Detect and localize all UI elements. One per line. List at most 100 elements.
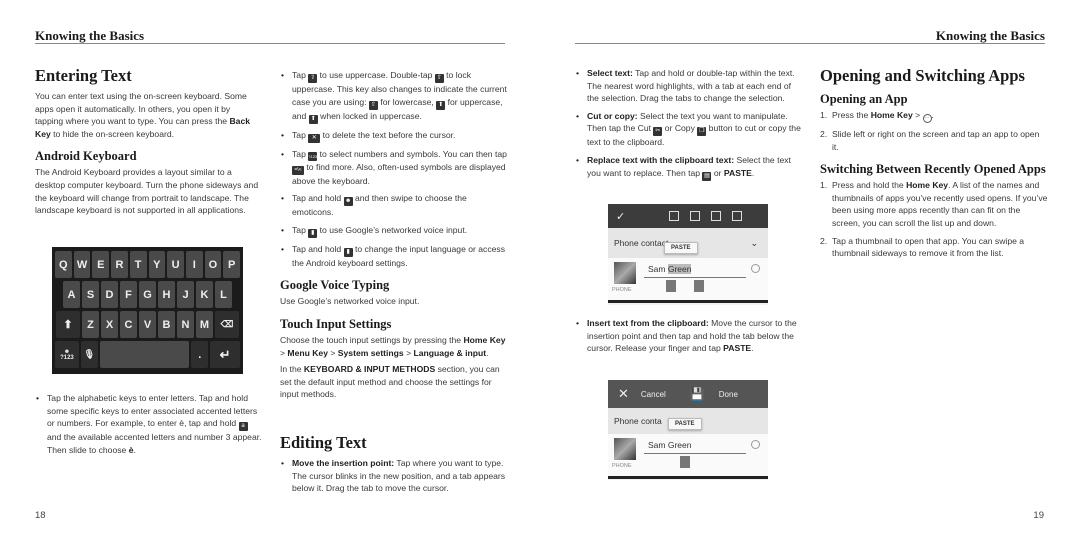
- home-key-label: Home Key: [906, 180, 949, 191]
- text: to delete the text before the cursor.: [320, 129, 456, 140]
- key-r: R: [111, 251, 128, 278]
- text: Tap: [292, 224, 309, 235]
- microphone-icon: ▮: [343, 247, 353, 257]
- text: when locked in uppercase.: [317, 110, 422, 121]
- keyboard-row-2: A S D F G H J K L: [55, 281, 240, 308]
- divider: [608, 300, 768, 303]
- insert-text-label: Insert text from the clipboard:: [587, 318, 709, 328]
- android-keyboard-body: The Android Keyboard provides a layout s…: [35, 167, 259, 216]
- alphabetic-keys-bullet: Tap the alphabetic keys to enter letters…: [35, 392, 263, 456]
- contact-name: Sam Green: [648, 264, 692, 274]
- alphabetic-keys-note: Tap the alphabetic keys to enter letters…: [35, 392, 263, 461]
- key-j: J: [177, 281, 194, 308]
- done-button: Done: [718, 389, 738, 399]
- key-a: A: [63, 281, 80, 308]
- voice-input-bullet: Tap ▮ to use Google’s networked voice in…: [280, 224, 508, 238]
- expand-icon: [751, 440, 760, 449]
- key-h: H: [158, 281, 175, 308]
- space-key: [99, 341, 190, 368]
- system-settings-label: System settings: [337, 347, 404, 358]
- text: or Copy: [662, 123, 698, 134]
- right-column-2: Opening and Switching Apps Opening an Ap…: [820, 66, 1048, 265]
- input-language-bullet: Tap and hold ▮ to change the input langu…: [280, 243, 508, 270]
- switch-step-2: 2. Tap a thumbnail to open that app. You …: [820, 235, 1048, 260]
- key-e: E: [92, 251, 110, 278]
- text: Tap the alphabetic keys to enter letters…: [47, 393, 258, 429]
- text: >: [912, 110, 923, 120]
- entering-text-body: You can enter text using the on-screen k…: [35, 90, 260, 140]
- selected-text: Green: [667, 264, 692, 274]
- text-underline: [644, 277, 746, 278]
- cursor-handle: [680, 456, 690, 468]
- text: Tap and hold: [292, 243, 344, 254]
- text: or: [711, 167, 724, 178]
- key-q: Q: [54, 251, 72, 278]
- editing-text-section: Editing Text Move the insertion point: T…: [280, 433, 508, 500]
- delete-bullet: Tap ✕ to delete the text before the curs…: [280, 129, 508, 143]
- shift-key-icon: ⬆: [56, 311, 80, 338]
- a-key-icon: a: [238, 422, 248, 432]
- backspace-key-icon: ⌫: [215, 311, 239, 338]
- shift-icon: ⇧: [434, 74, 444, 83]
- key-d: D: [101, 281, 118, 308]
- insert-screenshot: ✕ Cancel 💾 Done Phone conta PASTE PHONE …: [608, 380, 768, 480]
- key-i: I: [185, 251, 203, 278]
- more-symbols-key-icon: =\<: [292, 165, 304, 175]
- chevron-down-icon: ⌄: [750, 237, 758, 248]
- key-x: X: [101, 311, 118, 338]
- opening-switching-heading: Opening and Switching Apps: [820, 66, 1025, 85]
- field-label: Phone conta: [614, 416, 662, 426]
- right-column-1: Select text: Tap and hold or double-tap …: [575, 67, 803, 186]
- step-number: 2.: [820, 129, 828, 139]
- key-y: Y: [148, 251, 166, 278]
- key-w: W: [73, 251, 91, 278]
- cut-icon: [690, 211, 701, 221]
- shift-icon: ⇧: [308, 74, 318, 83]
- action-bar: ✓: [608, 204, 768, 228]
- key-o: O: [204, 251, 222, 278]
- keyboard-image: Q W E R T Y U I O P A S D F G H J K L ⬆ …: [52, 247, 243, 374]
- enter-key-icon: ↵: [210, 341, 240, 368]
- separator: >: [328, 347, 338, 358]
- text: to use uppercase. Double-tap: [317, 70, 435, 80]
- contact-row: PHONE Sam Green: [608, 434, 768, 476]
- step-number: 1.: [820, 110, 828, 120]
- text: Tap: [292, 70, 309, 80]
- save-icon: 💾: [689, 387, 705, 401]
- selection-handle-right: [694, 280, 704, 292]
- page-number-right: 19: [1033, 510, 1044, 521]
- cancel-icon: ✕: [618, 386, 629, 401]
- header-rule-left: [35, 43, 505, 44]
- key-v: V: [139, 311, 156, 338]
- key-t: T: [129, 251, 147, 278]
- text: .: [751, 343, 754, 354]
- phone-label: PHONE: [612, 463, 632, 469]
- contact-photo: [614, 438, 636, 460]
- switching-apps-heading: Switching Between Recently Opened Apps: [820, 162, 1046, 177]
- contact-photo: [614, 262, 636, 284]
- select-text-label: Select text:: [587, 68, 633, 78]
- symbols-key: ☻ ?123: [55, 341, 79, 368]
- text: Press the: [832, 110, 871, 120]
- field-label: Phone contact: [614, 238, 669, 248]
- copy-icon: [711, 211, 722, 221]
- key-u: U: [167, 251, 184, 278]
- microphone-key-icon: 🎙: [80, 341, 98, 368]
- emoticon-key-icon: ☻: [343, 197, 353, 207]
- touch-input-path: Choose the touch input settings by press…: [280, 334, 508, 359]
- text: .: [133, 444, 136, 455]
- phone-contact-field: Phone contact ⌄ PASTE: [608, 228, 768, 258]
- microphone-icon: ▮: [308, 228, 318, 238]
- apps-icon: ⋯: [922, 114, 932, 123]
- text: You can enter text using the on-screen k…: [35, 91, 247, 127]
- keyboard-row-3: ⬆ Z X C V B N M ⌫: [55, 311, 240, 338]
- cancel-button: Cancel: [640, 389, 666, 399]
- key-p: P: [223, 251, 241, 278]
- paste-label: PASTE: [723, 167, 752, 178]
- replace-text-label: Replace text with the clipboard text:: [587, 154, 735, 165]
- paste-icon: [732, 211, 743, 221]
- move-insertion-bullet: Move the insertion point: Tap where you …: [280, 457, 508, 495]
- text: Slide left or right on the screen and ta…: [832, 129, 1040, 152]
- shift-lowercase-icon: ⇧: [368, 100, 378, 110]
- selection-handle-left: [666, 280, 676, 292]
